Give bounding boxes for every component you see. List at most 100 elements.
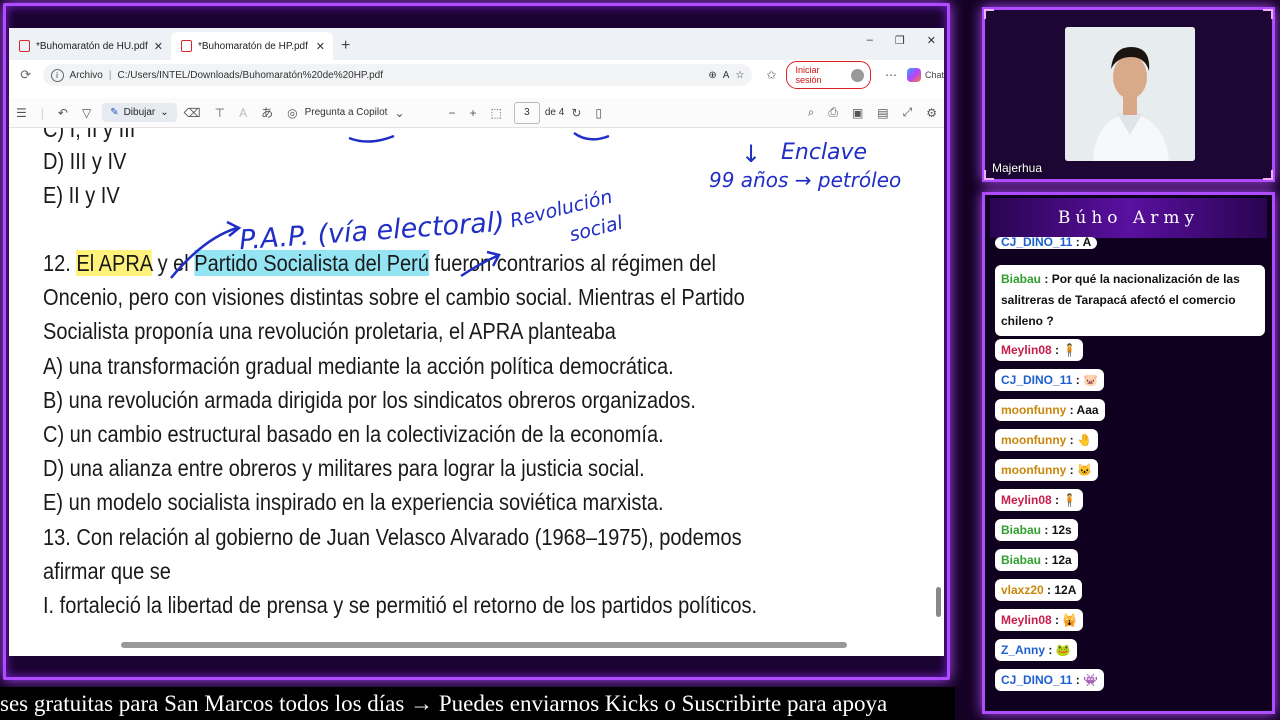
maximize-button[interactable]: ❐ xyxy=(895,34,905,47)
new-tab-button[interactable]: + xyxy=(333,32,358,60)
chat-separator: : xyxy=(1066,433,1077,447)
chat-username[interactable]: Biabau xyxy=(1001,553,1041,567)
frame-corner xyxy=(1263,9,1273,19)
chat-separator: : xyxy=(1066,463,1077,477)
face xyxy=(1113,55,1147,99)
tab-hu-pdf[interactable]: *Buhomaratón de HU.pdf ✕ xyxy=(9,32,171,60)
webcam-frame: Majerhua xyxy=(982,7,1275,182)
zoom-icon[interactable]: ⊕ xyxy=(708,70,716,81)
signin-button[interactable]: Iniciar sesión xyxy=(786,61,871,89)
minimize-button[interactable]: – xyxy=(867,34,873,47)
streamer-photo xyxy=(1065,27,1195,161)
zoom-in-icon[interactable]: + xyxy=(463,106,484,120)
more-icon[interactable]: ⋯ xyxy=(885,68,897,82)
address-bar[interactable]: i Archivo | C:/Users/INTEL/Downloads/Buh… xyxy=(42,64,753,86)
page-view-icon[interactable]: ▯ xyxy=(588,106,609,120)
chat-username[interactable]: CJ_DINO_11 xyxy=(1001,373,1072,387)
page-number-input[interactable]: 3 xyxy=(513,101,540,124)
signin-label: Iniciar sesión xyxy=(795,65,822,85)
frame-corner xyxy=(1263,170,1273,180)
undo-icon[interactable]: ↶ xyxy=(51,106,75,120)
chat-username[interactable]: moonfunny xyxy=(1001,463,1066,477)
frame-corner xyxy=(984,9,994,19)
ask-copilot-label[interactable]: Pregunta a Copilot xyxy=(305,107,388,118)
rotate-icon[interactable]: ↻ xyxy=(564,106,588,120)
chat-message: Z_Anny : 🐸 xyxy=(995,639,1077,661)
chat-message: CJ_DINO_11 : 👾 xyxy=(995,669,1104,691)
chat-username[interactable]: Meylin08 xyxy=(1001,493,1052,507)
font-icon[interactable]: A xyxy=(232,106,254,120)
ink-stroke xyxy=(348,134,395,143)
emote-icon: 🐷 xyxy=(1083,373,1098,387)
copilot-small-icon[interactable]: ◎ xyxy=(280,106,304,120)
browser-actions: ✩ xyxy=(766,68,776,82)
info-icon[interactable]: i xyxy=(50,68,64,82)
search-icon[interactable]: ⌕ xyxy=(801,105,822,120)
chat-username[interactable]: vlaxz20 xyxy=(1001,583,1044,597)
chat-separator: : xyxy=(1051,343,1063,357)
chat-username[interactable]: Biabau xyxy=(1001,523,1041,537)
emote-icon: 👾 xyxy=(1083,673,1098,687)
chat-username[interactable]: Meylin08 xyxy=(1001,613,1052,627)
zoom-out-icon[interactable]: − xyxy=(442,106,463,120)
divider: | xyxy=(40,105,44,120)
chat-username[interactable]: moonfunny xyxy=(1001,433,1066,447)
vertical-scrollbar-thumb[interactable] xyxy=(936,587,941,617)
chat-message: CJ_DINO_11 : 🐷 xyxy=(995,369,1104,391)
pdf-page: C) I, II y III D) III y IV E) II y IV 12… xyxy=(9,128,944,656)
print-icon[interactable]: ⎙ xyxy=(821,105,845,120)
emote-icon: 🤚 xyxy=(1077,433,1092,447)
fullscreen-icon[interactable]: ⤢ xyxy=(896,105,920,120)
chat-message: Meylin08 : 🧍 xyxy=(995,339,1084,361)
chat-message: moonfunny : 🤚 xyxy=(995,429,1098,451)
translate-icon[interactable]: あ xyxy=(254,104,280,121)
emote-icon: 🙀 xyxy=(1062,613,1078,627)
chat-text: 12s xyxy=(1051,523,1072,537)
chat-separator: : xyxy=(1041,553,1052,567)
handwritten-99-anos: 99 años → petróleo xyxy=(709,168,902,192)
emote-icon: 🐸 xyxy=(1055,643,1071,657)
close-tab-icon[interactable]: ✕ xyxy=(154,40,163,53)
text-box-icon[interactable]: ⊤ xyxy=(208,106,232,120)
copilot-icon xyxy=(906,68,921,82)
close-window-button[interactable]: ✕ xyxy=(927,34,936,47)
tab-label: *Buhomaratón de HU.pdf xyxy=(36,40,148,52)
highlight-icon[interactable]: ▽ xyxy=(75,106,98,120)
chat-separator: : xyxy=(1066,403,1077,417)
fit-page-icon[interactable]: ⬚ xyxy=(484,106,509,120)
draw-button[interactable]: ✎ Dibujar ⌄ xyxy=(102,103,177,122)
tab-hp-pdf[interactable]: *Buhomaratón de HP.pdf ✕ xyxy=(171,32,333,60)
chat-username[interactable]: moonfunny xyxy=(1001,403,1066,417)
favorite-star-icon[interactable]: ☆ xyxy=(735,70,744,81)
chat-separator: : xyxy=(1072,373,1084,387)
chat-message: Meylin08 : 🧍 xyxy=(995,489,1084,511)
pdf-toolbar: ☰ | ↶ ▽ ✎ Dibujar ⌄ ⌫ ⊤ A あ ◎ Pregunta a… xyxy=(9,98,944,128)
chat-message: Biabau : 12a xyxy=(995,549,1078,571)
chat-separator: : xyxy=(1051,493,1063,507)
chat-username[interactable]: Z_Anny xyxy=(1001,643,1045,657)
eraser-icon[interactable]: ⌫ xyxy=(177,106,208,120)
chat-username[interactable]: Meylin08 xyxy=(1001,343,1052,357)
chat-separator: : xyxy=(1041,523,1052,537)
chat-username[interactable]: CJ_DINO_11 xyxy=(1001,673,1072,687)
chat-username[interactable]: CJ_DINO_11 xyxy=(1001,237,1072,249)
chevron-down-icon: ⌄ xyxy=(160,107,169,118)
close-tab-icon[interactable]: ✕ xyxy=(316,40,325,53)
pen-icon: ✎ xyxy=(110,107,119,118)
chevron-down-icon[interactable]: ⌄ xyxy=(387,106,411,120)
copilot-chat-button[interactable]: Chat xyxy=(906,68,944,82)
handwritten-arrow-down: ↓ xyxy=(741,140,762,168)
read-aloud-icon[interactable]: A xyxy=(723,70,730,81)
settings-gear-icon[interactable]: ⚙ xyxy=(919,106,944,120)
horizontal-scrollbar-thumb[interactable] xyxy=(121,642,847,648)
save-icon[interactable]: ▣ xyxy=(845,106,870,120)
emote-icon: 🧍 xyxy=(1062,343,1078,357)
chat-username[interactable]: Biabau xyxy=(1001,272,1041,286)
save-as-icon[interactable]: ▤ xyxy=(870,106,895,120)
contents-icon[interactable]: ☰ xyxy=(9,106,34,120)
reload-icon[interactable]: ⟳ xyxy=(9,67,43,83)
favorites-icon[interactable]: ✩ xyxy=(766,68,776,82)
ink-annotations xyxy=(170,131,610,279)
chat-message: moonfunny : Aaa xyxy=(995,399,1105,421)
url-text[interactable]: C:/Users/INTEL/Downloads/Buhomaratón%20d… xyxy=(117,70,383,81)
